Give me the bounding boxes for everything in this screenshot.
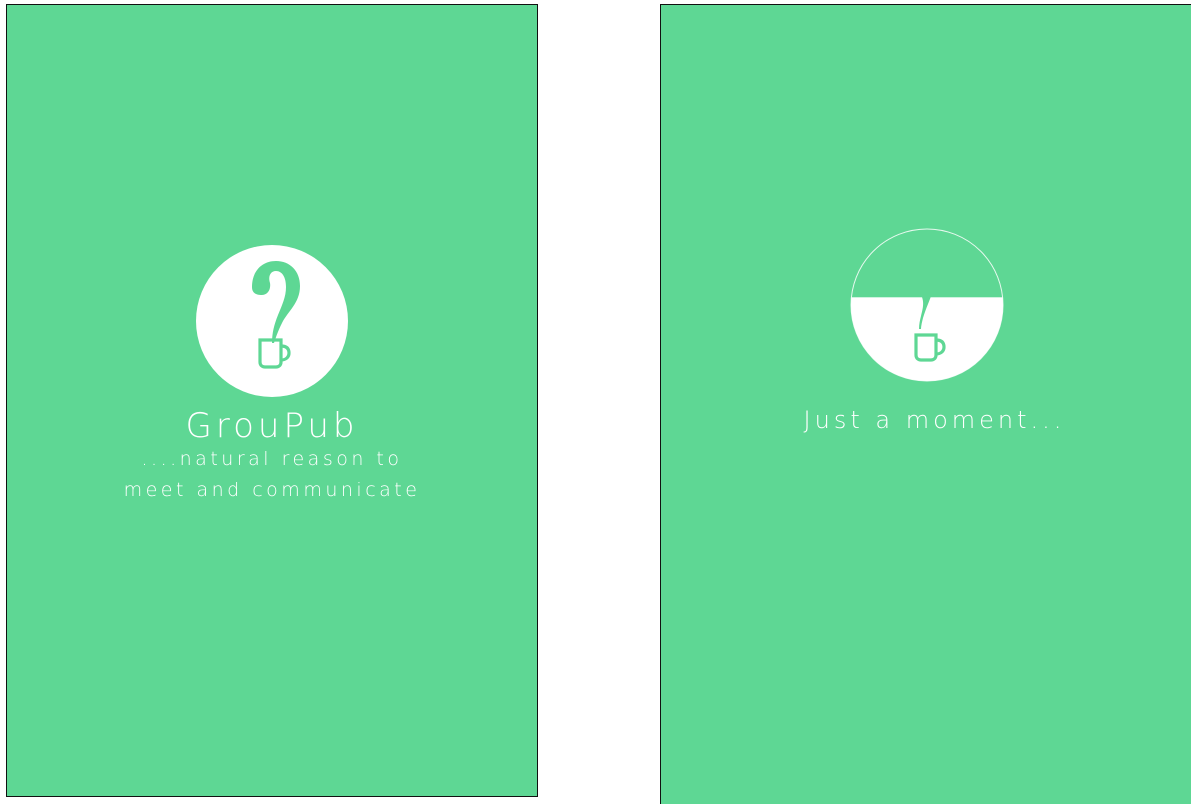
tagline-line-2: meet and communicate	[123, 479, 421, 501]
splash-screen: GrouPub ....natural reason to meet and c…	[6, 4, 538, 797]
question-mark-mug-icon	[196, 245, 348, 397]
app-name: GrouPub	[185, 406, 359, 446]
fill-level	[851, 297, 1003, 381]
loading-message: Just a moment...	[803, 406, 1066, 434]
tagline-line-1: ....natural reason to	[141, 448, 403, 470]
loading-progress-indicator	[850, 228, 1004, 382]
loading-screen: Just a moment...	[660, 4, 1191, 804]
